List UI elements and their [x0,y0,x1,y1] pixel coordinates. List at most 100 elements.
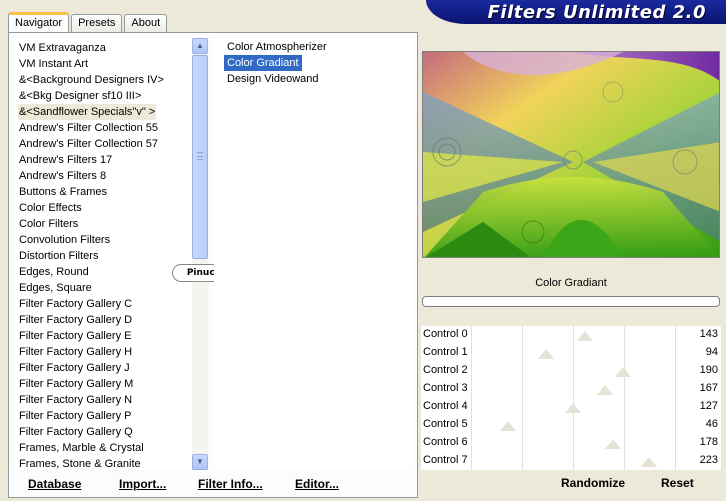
control-slider[interactable] [471,398,676,416]
control-row: Control 7 223 [421,452,721,470]
category-item[interactable]: VM Extravaganza [18,40,107,56]
scroll-up-button[interactable]: ▲ [192,38,208,54]
control-slider[interactable] [471,380,676,398]
control-label: Control 2 [423,364,468,376]
filter-info-button[interactable]: Filter Info... [198,477,263,491]
category-item[interactable]: Frames, Stone & Granite [18,456,142,470]
current-filter-name: Color Gradiant [421,272,721,294]
control-label: Control 3 [423,382,468,394]
control-value: 223 [699,454,718,466]
category-item[interactable]: &<Background Designers IV> [18,72,165,88]
category-item[interactable]: Edges, Square [18,280,93,296]
slider-tick [522,416,523,434]
category-item[interactable]: &<Sandflower Specials"v" > [18,104,157,120]
slider-thumb[interactable] [577,331,594,341]
reset-button[interactable]: Reset [661,476,694,490]
slider-tick [471,362,472,380]
category-item[interactable]: Andrew's Filter Collection 55 [18,120,159,136]
category-item[interactable]: Frames, Marble & Crystal [18,440,145,456]
slider-tick [624,398,625,416]
slider-thumb[interactable] [564,403,581,413]
slider-tick [471,398,472,416]
control-row: Control 5 46 [421,416,721,434]
category-item[interactable]: Filter Factory Gallery Q [18,424,134,440]
category-item[interactable]: Andrew's Filter Collection 57 [18,136,159,152]
category-item[interactable]: Buttons & Frames [18,184,108,200]
category-list[interactable]: VM Extravaganza VM Instant Art &<Backgroun… [12,38,208,470]
category-item[interactable]: Andrew's Filters 8 [18,168,107,184]
controls-panel: Color Gradiant Control 0 143 Control 1 94 Co… [421,272,721,496]
slider-tick [471,416,472,434]
slider-thumb[interactable] [499,421,516,431]
filter-list[interactable]: Color Atmospherizer Color Gradiant Design … [214,38,414,470]
category-item[interactable]: Filter Factory Gallery P [18,408,132,424]
category-item[interactable]: Filter Factory Gallery N [18,392,133,408]
control-slider[interactable] [471,416,676,434]
slider-thumb[interactable] [538,349,555,359]
import-button[interactable]: Import... [119,477,166,491]
control-slider[interactable] [471,362,676,380]
tab-presets[interactable]: Presets [71,14,123,32]
filter-item[interactable]: Design Videowand [224,71,322,87]
slider-tick [471,434,472,452]
slider-tick [522,344,523,362]
slider-tick [522,326,523,344]
slider-tick [573,362,574,380]
control-slider[interactable] [471,344,676,362]
database-button[interactable]: Database [28,477,81,491]
slider-tick [675,398,676,416]
category-item[interactable]: Filter Factory Gallery D [18,312,133,328]
category-item[interactable]: Color Effects [18,200,83,216]
control-value: 127 [699,400,718,412]
control-value: 190 [699,364,718,376]
slider-tick [675,362,676,380]
slider-thumb[interactable] [605,439,622,449]
scroll-thumb[interactable] [192,55,208,259]
category-item[interactable]: &<Bkg Designer sf10 III> [18,88,142,104]
category-item[interactable]: VM Instant Art [18,56,89,72]
category-item[interactable]: Filter Factory Gallery M [18,376,134,392]
slider-tick [522,452,523,470]
editor-button[interactable]: Editor... [295,477,339,491]
category-item[interactable]: Convolution Filters [18,232,111,248]
category-item[interactable]: Filter Factory Gallery C [18,296,133,312]
slider-thumb[interactable] [596,385,613,395]
scroll-down-button[interactable]: ▼ [192,454,208,470]
tab-about[interactable]: About [124,14,168,32]
control-row: Control 0 143 [421,326,721,344]
preview-artwork [423,52,719,257]
control-row: Control 1 94 [421,344,721,362]
slider-tick [471,344,472,362]
category-item[interactable]: Andrew's Filters 17 [18,152,113,168]
category-item[interactable]: Distortion Filters [18,248,99,264]
slider-tick [675,434,676,452]
slider-tick [471,326,472,344]
control-value: 143 [699,328,718,340]
slider-thumb[interactable] [615,367,631,377]
control-row: Control 4 127 [421,398,721,416]
category-item[interactable]: Filter Factory Gallery E [18,328,132,344]
control-slider[interactable] [471,434,676,452]
control-slider[interactable] [471,452,676,470]
slider-tick [522,398,523,416]
slider-thumb[interactable] [641,457,658,467]
filter-item[interactable]: Color Gradiant [224,55,302,71]
control-label: Control 0 [423,328,468,340]
filter-item[interactable]: Color Atmospherizer [224,39,330,55]
category-item[interactable]: Filter Factory Gallery J [18,360,131,376]
control-row: Control 6 178 [421,434,721,452]
tab-navigator[interactable]: Navigator [8,12,70,33]
randomize-button[interactable]: Randomize [561,476,625,490]
control-slider[interactable] [471,326,676,344]
slider-tick [573,344,574,362]
category-item[interactable]: Color Filters [18,216,79,232]
category-item[interactable]: Filter Factory Gallery H [18,344,133,360]
slider-tick [624,452,625,470]
slider-tick [675,416,676,434]
slider-tick [522,380,523,398]
slider-tick [573,416,574,434]
slider-tick [624,416,625,434]
category-scrollbar[interactable]: ▲ ▼ [192,38,208,470]
slider-tick [675,326,676,344]
category-item[interactable]: Edges, Round [18,264,90,280]
